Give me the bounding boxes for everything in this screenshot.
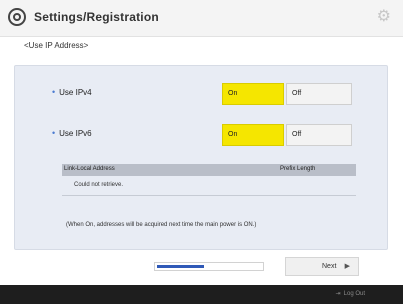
next-button[interactable]: Next ▶	[285, 257, 359, 276]
section-subtitle: <Use IP Address>	[24, 41, 89, 50]
settings-logo-icon	[8, 8, 26, 26]
column-header-prefix-length: Prefix Length	[280, 166, 316, 172]
next-label: Next	[322, 263, 337, 270]
ipv6-on-button[interactable]: On	[222, 124, 284, 146]
gear-icon[interactable]: ⚙	[377, 9, 391, 25]
column-header-link-local: Link-Local Address	[64, 166, 115, 172]
footer-bar: ⇥ Log Out	[0, 285, 403, 304]
table-header: Link-Local Address Prefix Length	[62, 164, 356, 176]
progress-bar	[154, 262, 264, 271]
ipv4-on-button[interactable]: On	[222, 83, 284, 105]
ipv6-label: Use IPv6	[59, 129, 92, 138]
ipv4-off-button[interactable]: Off	[286, 83, 352, 105]
progress-fill	[157, 265, 204, 268]
bullet-icon: •	[52, 128, 56, 138]
page-title: Settings/Registration	[34, 10, 159, 24]
table-divider	[62, 195, 356, 196]
ipv6-off-button[interactable]: Off	[286, 124, 352, 146]
info-note: (When On, addresses will be acquired nex…	[66, 222, 257, 228]
ipv4-label: Use IPv4	[59, 88, 92, 97]
logout-label: Log Out	[343, 291, 365, 297]
title-bar: Settings/Registration ⚙	[0, 0, 403, 37]
bullet-icon: •	[52, 87, 56, 97]
ipv6-row-label: • Use IPv6	[52, 128, 92, 138]
logout-button[interactable]: ⇥ Log Out	[336, 290, 365, 297]
ipv4-row-label: • Use IPv4	[52, 87, 92, 97]
table-cell-link-local: Could not retrieve.	[74, 182, 124, 188]
logout-icon: ⇥	[335, 291, 341, 297]
arrow-right-icon: ▶	[344, 263, 350, 270]
